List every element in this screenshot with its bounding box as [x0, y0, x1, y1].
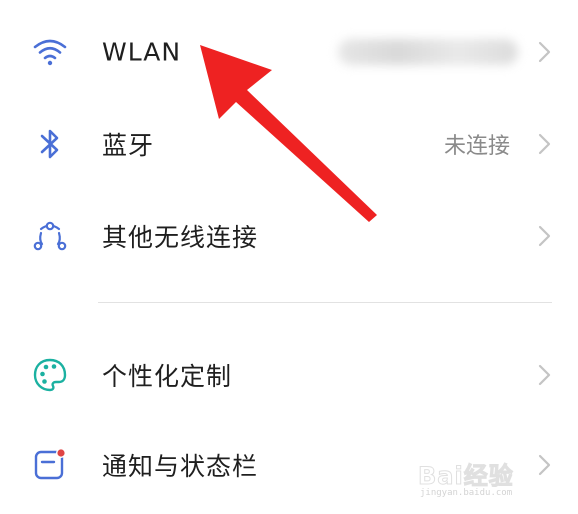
settings-item-label: 蓝牙	[102, 131, 155, 160]
bluetooth-icon	[30, 124, 70, 164]
settings-item-other-wireless[interactable]: 其他无线连接	[0, 201, 578, 271]
wlan-network-name-obscured	[338, 39, 518, 65]
chevron-right-icon	[538, 225, 551, 247]
watermark-site: jingyan.baidu.com	[420, 488, 513, 498]
chevron-right-icon	[538, 133, 551, 155]
chevron-right-icon	[538, 41, 551, 63]
settings-item-label: 其他无线连接	[102, 223, 259, 252]
settings-item-label: 个性化定制	[102, 362, 233, 391]
settings-item-personalization[interactable]: 个性化定制	[0, 340, 578, 410]
notification-statusbar-icon	[30, 445, 70, 485]
settings-item-label: 通知与状态栏	[102, 452, 259, 481]
settings-item-bluetooth[interactable]: 蓝牙 未连接	[0, 109, 578, 179]
palette-icon	[30, 355, 70, 395]
bluetooth-status-value: 未连接	[443, 134, 510, 159]
chevron-right-icon	[538, 364, 551, 386]
settings-item-wlan[interactable]: WLAN	[0, 17, 578, 87]
watermark-brand: Bai经验	[418, 462, 514, 491]
wifi-icon	[30, 32, 70, 72]
other-wireless-icon	[30, 216, 70, 256]
section-divider	[98, 302, 552, 303]
settings-page: WLAN 蓝牙 未连接 其他无线连接 个性化定制 通知与状态栏 Bai经验 ji…	[0, 0, 578, 514]
baidu-jingyan-watermark: Bai经验 jingyan.baidu.com	[418, 452, 548, 502]
settings-item-label: WLAN	[102, 37, 182, 67]
